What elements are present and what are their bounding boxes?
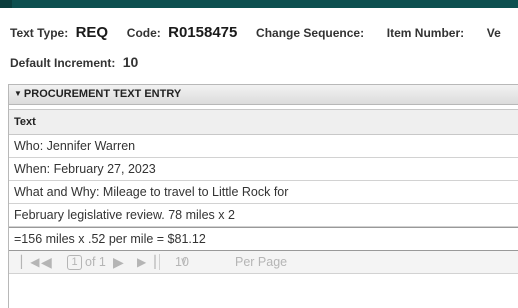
default-increment-value: 10	[122, 54, 139, 70]
page-count: of 1	[85, 255, 106, 269]
text-row[interactable]: Who: Jennifer Warren	[9, 135, 518, 158]
code-value: R0158475	[168, 24, 238, 41]
next-page-icon[interactable]: ▶	[113, 251, 124, 273]
text-row[interactable]: When: February 27, 2023	[9, 158, 518, 181]
panel-header[interactable]: ▼ PROCUREMENT TEXT ENTRY	[9, 85, 518, 105]
page-number-input[interactable]: 1	[67, 255, 82, 270]
per-page-label: Per Page	[235, 255, 288, 269]
code-label: Code:	[126, 26, 161, 40]
default-increment: Default Increment: 10	[10, 54, 138, 70]
first-page-icon[interactable]: ▏◀	[21, 251, 39, 273]
default-increment-label: Default Increment:	[10, 56, 116, 70]
text-row[interactable]: February legislative review. 78 miles x …	[9, 204, 518, 227]
text-row[interactable]: What and Why: Mileage to travel to Littl…	[9, 181, 518, 204]
text-type-label: Text Type:	[10, 26, 69, 40]
top-bar-accent	[0, 0, 12, 8]
panel-title: PROCUREMENT TEXT ENTRY	[23, 88, 182, 100]
last-page-icon[interactable]: ▶▕	[137, 251, 155, 273]
previous-page-icon[interactable]: ◀	[41, 251, 52, 273]
chevron-down-icon: ∨	[180, 256, 188, 267]
top-bar	[0, 0, 518, 8]
key-block: Text Type: REQ Code: R0158475 Change Seq…	[10, 24, 518, 42]
item-number-label: Item Number:	[386, 26, 465, 40]
text-row[interactable]: =156 miles x .52 per mile = $81.12	[9, 227, 518, 251]
column-header-text[interactable]: Text	[9, 109, 518, 135]
collapse-caret-icon[interactable]: ▼	[14, 89, 22, 98]
pagination-bar: ▏◀ ◀ 1 of 1 ▶ ▶▕ 10 ∨ Per Page	[9, 251, 518, 274]
procurement-text-panel: ▼ PROCUREMENT TEXT ENTRY Text Who: Jennif…	[8, 84, 518, 308]
change-sequence-label: Change Sequence:	[256, 26, 365, 40]
text-type-value: REQ	[75, 24, 109, 41]
cut-off-label: Ve	[486, 26, 501, 40]
pager-divider	[159, 254, 160, 270]
